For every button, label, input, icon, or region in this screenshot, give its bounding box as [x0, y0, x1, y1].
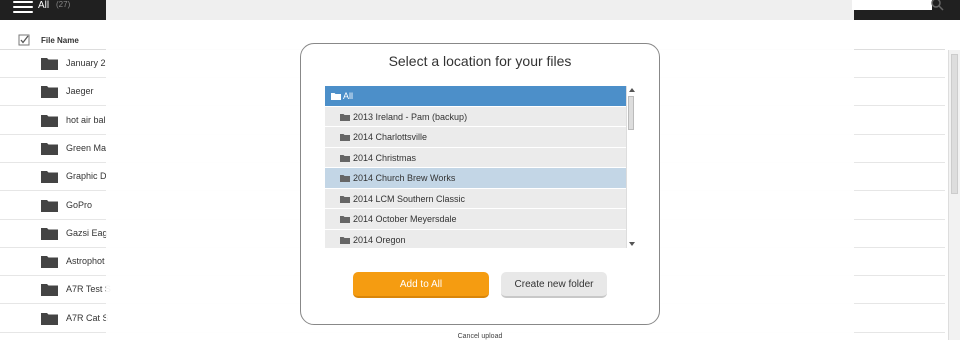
scroll-down-arrow-icon[interactable]	[629, 242, 635, 246]
file-name: Graphic D	[66, 171, 107, 182]
folder-item[interactable]: 2014 Oregon	[325, 229, 626, 248]
folder-icon	[41, 199, 58, 212]
scroll-up-arrow-icon[interactable]	[629, 88, 635, 92]
file-name: A7R Test S	[66, 284, 111, 295]
location-dialog: Select a location for your files All 201…	[300, 43, 660, 325]
file-name: A7R Cat S	[66, 312, 109, 323]
folder-icon	[340, 195, 350, 203]
hamburger-icon[interactable]	[13, 1, 33, 13]
file-name: Gazsi Eag	[66, 227, 108, 238]
folder-icon	[340, 154, 350, 162]
folder-item[interactable]: 2014 Christmas	[325, 147, 626, 168]
folder-icon	[340, 113, 350, 121]
folder-icon	[41, 171, 58, 184]
folder-icon	[41, 86, 58, 99]
add-to-folder-button[interactable]: Add to All	[353, 272, 489, 298]
folder-item[interactable]: 2013 Ireland - Pam (backup)	[325, 106, 626, 127]
folder-item-label: All	[343, 91, 354, 101]
search-input[interactable]	[852, 0, 932, 10]
folder-item-label: 2014 Oregon	[353, 234, 406, 245]
folder-title: All	[38, 0, 50, 11]
folder-icon	[340, 175, 350, 182]
scroll-thumb[interactable]	[628, 96, 634, 130]
search-icon[interactable]	[930, 0, 944, 11]
folder-item-label: 2014 October Meyersdale	[353, 214, 457, 224]
file-name: Jaeger	[66, 86, 94, 97]
cancel-upload-link[interactable]: Cancel upload	[430, 333, 530, 340]
checkbox-icon[interactable]	[18, 34, 30, 46]
folder-icon	[41, 284, 58, 297]
folder-item-label: 2013 Ireland - Pam (backup)	[353, 111, 468, 122]
folder-item-label: 2014 LCM Southern Classic	[353, 193, 466, 204]
folder-icon	[41, 256, 58, 269]
folder-icon	[340, 134, 350, 141]
file-name: GoPro	[66, 199, 93, 210]
folder-icon	[41, 114, 58, 127]
folder-icon	[340, 236, 350, 244]
folder-item[interactable]: 2014 October Meyersdale	[325, 209, 626, 230]
folder-item[interactable]: 2014 Charlottsville	[325, 127, 626, 148]
folder-item-label: 2014 Charlottsville	[353, 132, 428, 142]
page-scrollbar[interactable]	[948, 50, 960, 340]
folder-icon	[41, 58, 58, 70]
folder-item[interactable]: 2014 Church Brew Works	[325, 168, 626, 189]
file-name: hot air bal	[66, 114, 106, 125]
folder-item-all[interactable]: All	[325, 86, 626, 107]
folder-list-scrollbar[interactable]	[626, 86, 636, 248]
file-name: Green Ma	[66, 142, 107, 153]
folder-item-label: 2014 Church Brew Works	[353, 173, 456, 183]
folder-icon	[41, 227, 58, 240]
file-name: January 2	[66, 58, 106, 68]
file-name: Astrophot	[66, 256, 105, 267]
create-new-folder-button[interactable]: Create new folder	[501, 272, 607, 298]
folder-list: All 2013 Ireland - Pam (backup) 2014 Char…	[325, 86, 636, 248]
folder-icon	[331, 93, 341, 100]
folder-icon	[340, 216, 350, 223]
folder-icon	[41, 142, 58, 155]
folder-count: (27)	[56, 0, 71, 9]
file-name-column-header[interactable]: File Name	[41, 36, 79, 45]
folder-icon	[41, 312, 58, 325]
dialog-title: Select a location for your files	[388, 53, 572, 69]
folder-item-label: 2014 Christmas	[353, 152, 417, 163]
folder-item[interactable]: 2014 LCM Southern Classic	[325, 188, 626, 209]
